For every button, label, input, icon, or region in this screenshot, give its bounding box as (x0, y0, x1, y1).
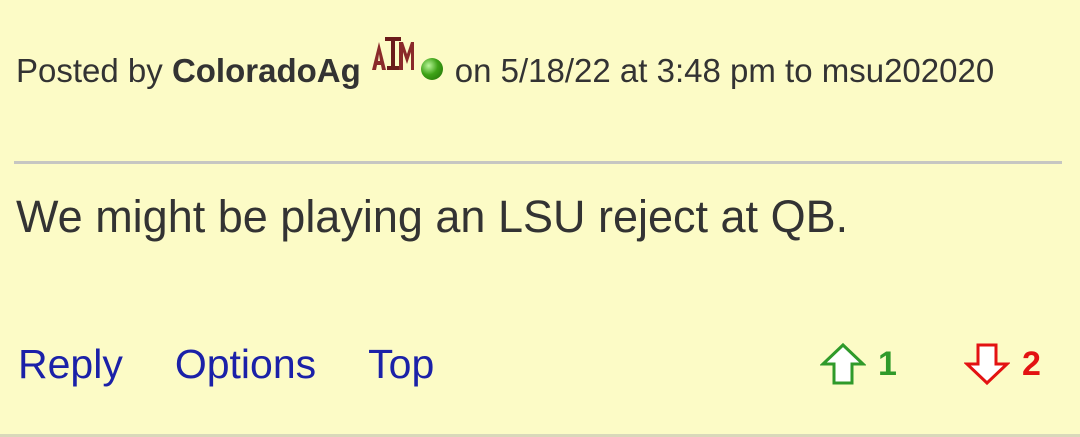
forum-post: Posted by ColoradoAg on 5/18/22 at 3:48 … (0, 0, 1080, 437)
texas-am-logo-icon (371, 34, 415, 74)
downvote-button[interactable]: 2 (964, 336, 1041, 392)
posted-by-label: Posted by (16, 52, 163, 89)
post-body: We might be playing an LSU reject at QB. (16, 191, 849, 242)
options-button[interactable]: Options (175, 341, 316, 387)
on-label: on (454, 52, 492, 89)
online-status-icon (420, 58, 443, 81)
top-button[interactable]: Top (368, 341, 434, 387)
divider (14, 161, 1062, 164)
upvote-count: 1 (878, 344, 897, 383)
post-meta: Posted by ColoradoAg on 5/18/22 at 3:48 … (16, 37, 1066, 98)
post-actions: Reply Options Top (18, 336, 486, 392)
upvote-button[interactable]: 1 (820, 336, 897, 392)
post-datetime: 5/18/22 at 3:48 pm (500, 52, 776, 89)
arrow-down-icon (964, 343, 1010, 386)
author-link[interactable]: ColoradoAg (172, 52, 361, 89)
recipient-link[interactable]: msu202020 (822, 52, 994, 89)
arrow-up-icon (820, 342, 866, 385)
downvote-count: 2 (1022, 344, 1041, 383)
reply-button[interactable]: Reply (18, 341, 123, 387)
to-label: to (785, 52, 813, 89)
